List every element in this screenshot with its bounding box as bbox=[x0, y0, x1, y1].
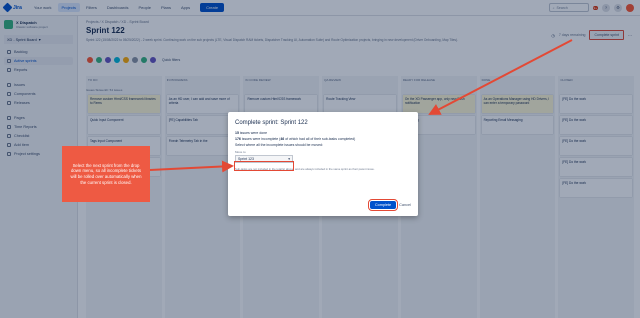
done-text: issues were done bbox=[239, 131, 268, 135]
incomplete-text-end: of which had all of their sub-tasks comp… bbox=[285, 137, 356, 141]
move-instruction: Select where all the incomplete issues s… bbox=[235, 143, 323, 147]
done-count: 15 bbox=[235, 131, 239, 135]
incomplete-summary: 176 issues were incomplete (46 of which … bbox=[235, 137, 411, 141]
dialog-footer: Complete Cancel bbox=[367, 199, 411, 211]
cancel-button[interactable]: Cancel bbox=[399, 203, 411, 207]
callout-text: Select the next sprint from the drop dow… bbox=[70, 162, 142, 185]
dialog-title: Complete sprint: Sprint 122 bbox=[235, 120, 308, 126]
select-highlight bbox=[234, 161, 294, 171]
move-to-label: Move to bbox=[235, 150, 246, 154]
done-summary: 15 issues were done bbox=[235, 131, 411, 135]
subtasks-complete-count: 46 bbox=[280, 137, 285, 141]
incomplete-count: 176 bbox=[235, 137, 241, 141]
complete-button[interactable]: Complete bbox=[367, 199, 399, 211]
incomplete-text: issues were incomplete ( bbox=[241, 137, 281, 141]
annotation-callout: Select the next sprint from the drop dow… bbox=[62, 146, 150, 202]
